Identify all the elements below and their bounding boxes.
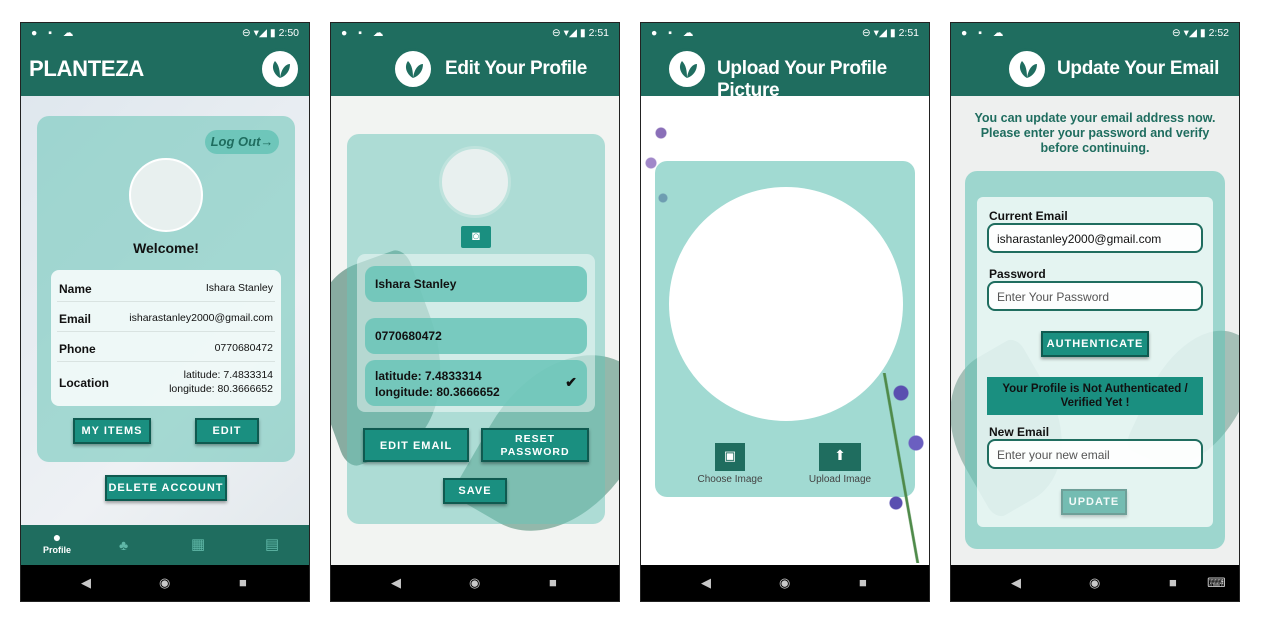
phone-screen-edit-profile: ● ▪ ☁ ⊖ ▾◢ ▮ 2:51 Edit Your Profile ◙ Ish…: [330, 22, 620, 602]
avatar: [439, 146, 511, 218]
app-bar: Upload Your Profile Picture: [641, 43, 929, 101]
home-icon[interactable]: ◉: [159, 575, 170, 591]
my-items-button[interactable]: MY ITEMS: [73, 418, 151, 444]
page-title: Update Your Email: [1057, 58, 1220, 79]
profile-details: Name Ishara Stanley Email isharastanley200…: [51, 270, 281, 406]
app-logo-icon: [259, 48, 301, 90]
status-bar: ● ▪ ☁ ⊖ ▾◢ ▮ 2:50: [21, 23, 309, 43]
nav-notes-icon[interactable]: ▤: [265, 535, 279, 553]
current-email-label: Current Email: [989, 209, 1068, 223]
table-row: Location latitude: 7.4833314 longitude: 80…: [59, 369, 273, 395]
email-card: Current Email isharastanley2000@gmail.co…: [965, 171, 1225, 549]
status-bar: ● ▪ ☁ ⊖ ▾◢ ▮ 2:51: [641, 23, 929, 43]
status-bar: ● ▪ ☁ ⊖ ▾◢ ▮ 2:51: [331, 23, 619, 43]
app-logo-icon: [1006, 48, 1048, 90]
table-row: Name Ishara Stanley: [57, 272, 275, 302]
system-navigation: ◀ ◉ ■: [21, 565, 309, 601]
nav-store-icon[interactable]: ▦: [191, 535, 205, 553]
intro-text: You can update your email address now. P…: [974, 111, 1216, 155]
auth-status-banner: Your Profile is Not Authenticated / Veri…: [987, 377, 1203, 415]
form-box: Ishara Stanley 0770680472 latitude: 7.48…: [357, 254, 595, 412]
back-icon[interactable]: ◀: [81, 575, 91, 591]
recents-icon[interactable]: ■: [859, 575, 867, 590]
new-email-label: New Email: [989, 425, 1050, 439]
logout-button[interactable]: Log Out→: [205, 130, 279, 154]
home-icon[interactable]: ◉: [1089, 575, 1100, 591]
edit-card: ◙ Ishara Stanley 0770680472 latitude: 7.…: [347, 134, 605, 524]
app-bar: Edit Your Profile: [331, 43, 619, 96]
current-email-field[interactable]: isharastanley2000@gmail.com: [987, 223, 1203, 253]
save-button[interactable]: SAVE: [443, 478, 507, 504]
upload-icon: ⬆: [819, 443, 861, 471]
phone-screen-update-email: ● ▪ ☁ ⊖ ▾◢ ▮ 2:52 Update Your Email You c…: [950, 22, 1240, 602]
form-box: Current Email isharastanley2000@gmail.co…: [977, 197, 1213, 527]
phone-screen-profile: ● ▪ ☁ ⊖ ▾◢ ▮ 2:50 PLANTEZA Log Out→ Welco…: [20, 22, 310, 602]
home-icon[interactable]: ◉: [779, 575, 790, 591]
app-bar: Update Your Email: [951, 43, 1239, 96]
welcome-heading: Welcome!: [133, 240, 199, 256]
person-icon: ●: [52, 529, 62, 545]
reset-password-button[interactable]: RESET PASSWORD: [481, 428, 589, 462]
phone-screen-upload-picture: ● ▪ ☁ ⊖ ▾◢ ▮ 2:51 Upload Your Profile Pic…: [640, 22, 930, 602]
recents-icon[interactable]: ■: [549, 575, 557, 590]
system-navigation: ◀ ◉ ■ ⌨: [951, 565, 1239, 601]
back-icon[interactable]: ◀: [1011, 575, 1021, 591]
upload-image-button[interactable]: ⬆ Upload Image: [803, 443, 877, 485]
recents-icon[interactable]: ■: [1169, 575, 1177, 590]
new-email-input[interactable]: Enter your new email: [987, 439, 1203, 469]
edit-email-button[interactable]: EDIT EMAIL: [363, 428, 469, 462]
home-icon[interactable]: ◉: [469, 575, 480, 591]
choose-image-button[interactable]: ▣ Choose Image: [695, 443, 765, 485]
profile-card: Log Out→ Welcome! Name Ishara Stanley Ema…: [37, 116, 295, 462]
nav-plant-icon[interactable]: ♣: [119, 537, 128, 553]
image-preview: [669, 187, 903, 421]
table-row: Email isharastanley2000@gmail.com: [57, 302, 275, 332]
status-bar: ● ▪ ☁ ⊖ ▾◢ ▮ 2:52: [951, 23, 1239, 43]
password-label: Password: [989, 267, 1046, 281]
lavender-decoration: [871, 373, 929, 563]
name-field[interactable]: Ishara Stanley: [365, 266, 587, 302]
page-title: Upload Your Profile Picture: [717, 58, 887, 101]
bottom-navigation: ● Profile ♣ ▦ ▤: [21, 525, 309, 567]
back-icon[interactable]: ◀: [391, 575, 401, 591]
app-bar: PLANTEZA: [21, 43, 309, 96]
location-field[interactable]: latitude: 7.4833314 longitude: 80.3666652…: [365, 360, 587, 406]
password-input[interactable]: Enter Your Password: [987, 281, 1203, 311]
update-button[interactable]: UPDATE: [1061, 489, 1127, 515]
app-logo-icon: [392, 48, 434, 90]
system-navigation: ◀ ◉ ■: [641, 565, 929, 601]
app-logo-icon: [666, 48, 708, 90]
add-image-icon: ▣: [715, 443, 745, 471]
authenticate-button[interactable]: AUTHENTICATE: [1041, 331, 1149, 357]
recents-icon[interactable]: ■: [239, 575, 247, 590]
back-icon[interactable]: ◀: [701, 575, 711, 591]
avatar: [129, 158, 203, 232]
system-navigation: ◀ ◉ ■: [331, 565, 619, 601]
phone-field[interactable]: 0770680472: [365, 318, 587, 354]
delete-account-button[interactable]: DELETE ACCOUNT: [105, 475, 227, 501]
camera-button[interactable]: ◙: [461, 226, 491, 248]
edit-button[interactable]: EDIT: [195, 418, 259, 444]
keyboard-icon[interactable]: ⌨: [1207, 575, 1226, 591]
location-pin-icon[interactable]: ✔: [565, 374, 577, 390]
nav-profile[interactable]: ● Profile: [39, 529, 75, 555]
page-title: Edit Your Profile: [445, 58, 587, 79]
app-title: PLANTEZA: [29, 56, 144, 81]
table-row: Phone 0770680472: [57, 332, 275, 362]
